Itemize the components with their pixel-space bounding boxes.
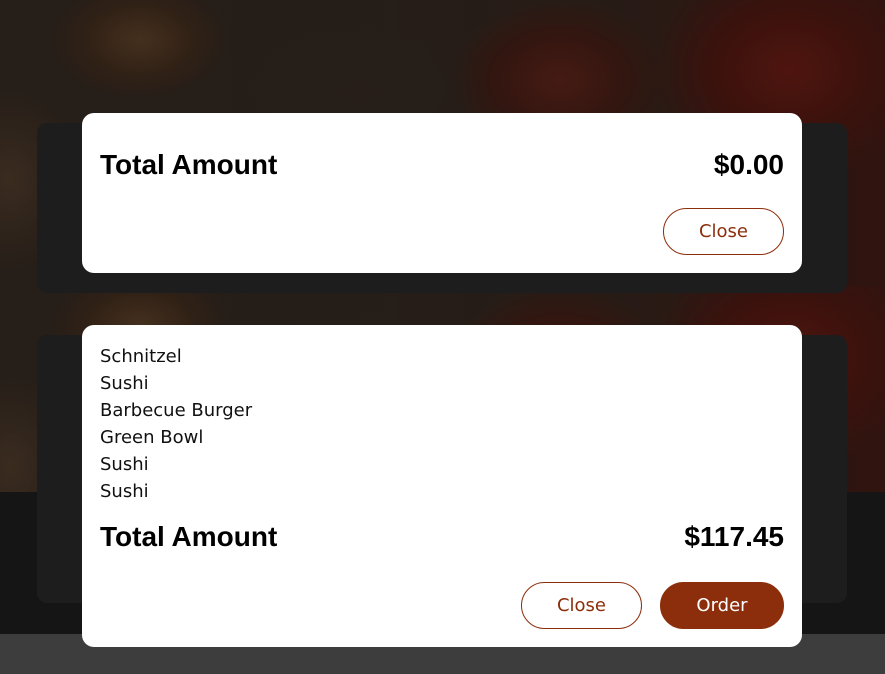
cart-item: Sushi bbox=[100, 373, 149, 394]
order-button[interactable]: Order bbox=[660, 582, 784, 629]
cart-item-list: Schnitzel Sushi Barbecue Burger Green Bo… bbox=[100, 343, 252, 505]
cart-item: Sushi bbox=[100, 454, 149, 475]
total-value: $0.00 bbox=[713, 149, 784, 180]
total-value: $117.45 bbox=[684, 521, 784, 552]
cart-item: Sushi bbox=[100, 481, 149, 502]
total-row: Total Amount $117.45 bbox=[100, 521, 784, 553]
close-button[interactable]: Close bbox=[521, 582, 642, 629]
modal-actions: Close bbox=[663, 208, 784, 255]
modal-actions: Close Order bbox=[521, 582, 784, 629]
total-row: Total Amount $0.00 bbox=[100, 149, 784, 181]
close-button[interactable]: Close bbox=[663, 208, 784, 255]
cart-modal-empty: Total Amount $0.00 Close bbox=[82, 113, 802, 273]
cart-item: Barbecue Burger bbox=[100, 400, 253, 421]
cart-item: Green Bowl bbox=[100, 427, 204, 448]
total-label: Total Amount bbox=[100, 149, 278, 180]
total-label: Total Amount bbox=[100, 521, 278, 552]
cart-item: Schnitzel bbox=[100, 346, 182, 367]
cart-modal-filled: Schnitzel Sushi Barbecue Burger Green Bo… bbox=[82, 325, 802, 647]
